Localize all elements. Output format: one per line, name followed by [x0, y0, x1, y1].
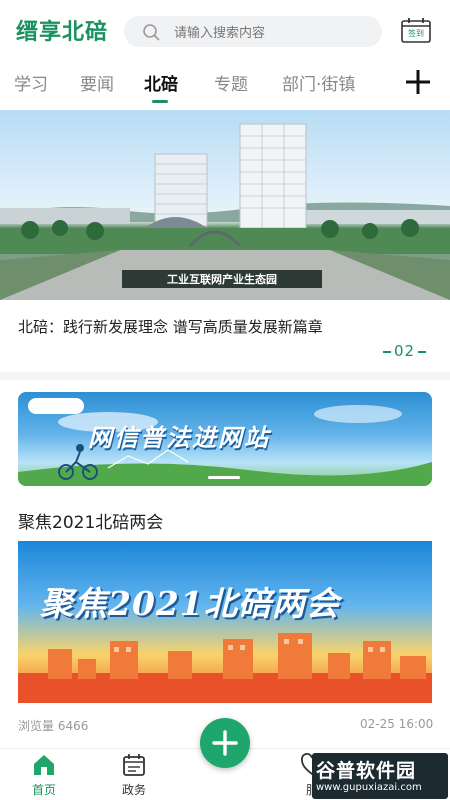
tab-departments[interactable]: 部门·街镇: [282, 70, 355, 95]
calendar-icon: [123, 754, 145, 776]
nav-home-label: 首页: [31, 783, 56, 797]
search-placeholder: 请输入搜索内容: [174, 26, 266, 41]
hero-caption[interactable]: 北碚：践行新发展理念 谱写高质量发展新篇章: [18, 316, 323, 337]
article-title[interactable]: 聚焦2021北碚两会: [18, 508, 163, 533]
park-sign-text: 工业互联网产业生态园: [167, 273, 277, 286]
home-icon: [34, 755, 54, 775]
search-bar[interactable]: 请输入搜索内容: [124, 16, 382, 47]
nav-government[interactable]: 政务: [104, 753, 164, 798]
hero-banner-image[interactable]: 工业互联网产业生态园: [0, 110, 450, 300]
plus-icon: [212, 730, 238, 756]
ad-title: 网信普法进网站: [88, 423, 270, 452]
nav-home[interactable]: 首页: [14, 753, 74, 798]
checkin-label: 签到: [408, 29, 424, 38]
article-cover-image[interactable]: 聚焦2021北碚两会: [18, 541, 432, 703]
app-header: 缙享北碚 请输入搜索内容 签到: [0, 0, 450, 62]
checkin-button[interactable]: 签到: [401, 17, 431, 43]
active-tab-indicator: [152, 100, 168, 103]
ad-banner[interactable]: 网信普法进网站: [18, 392, 432, 486]
watermark-title: 谷普软件园: [316, 760, 417, 782]
search-icon: [143, 23, 160, 40]
tab-topics[interactable]: 专题: [214, 70, 248, 95]
app-logo: 缙享北碚: [16, 19, 109, 45]
section-divider: [0, 372, 450, 380]
tab-beibei[interactable]: 北碚: [144, 70, 178, 95]
tab-study[interactable]: 学习: [14, 70, 48, 95]
channel-tabs: 学习 要闻 北碚 专题 部门·街镇: [0, 62, 450, 106]
site-watermark: 谷普软件园 www.gupuxiazai.com: [312, 753, 448, 799]
index-dash-right: [418, 350, 427, 353]
publish-time: 02-25 16:00: [360, 717, 434, 731]
add-channel-icon[interactable]: [404, 68, 432, 96]
nav-government-label: 政务: [121, 783, 146, 797]
index-dash-left: [383, 350, 391, 353]
watermark-url: www.gupuxiazai.com: [316, 782, 422, 793]
ad-carousel-indicator: [208, 476, 240, 479]
publish-fab-button[interactable]: [200, 718, 250, 768]
cover-title: 聚焦2021北碚两会: [40, 584, 340, 623]
view-count: 浏览量 6466: [18, 719, 89, 733]
tab-news[interactable]: 要闻: [80, 70, 114, 95]
carousel-index-number: 02: [394, 342, 416, 360]
carousel-index: 02: [380, 342, 429, 360]
